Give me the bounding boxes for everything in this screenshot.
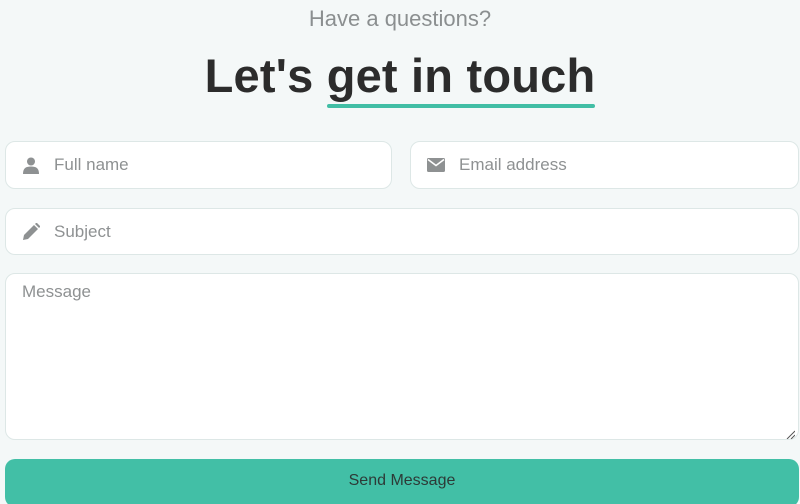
contact-page: Have a questions? Let's get in touch Ful… — [0, 0, 800, 504]
envelope-icon — [427, 156, 445, 174]
subject-input[interactable] — [54, 221, 786, 242]
page-title: Let's get in touch — [0, 48, 800, 108]
send-message-button[interactable]: Send Message — [5, 459, 799, 504]
user-icon — [22, 156, 40, 174]
message-textarea[interactable] — [6, 274, 798, 439]
page-title-accent-text: get in touch — [326, 49, 596, 102]
pencil-icon — [22, 223, 40, 241]
page-title-accent: get in touch — [326, 48, 596, 108]
full-name-field[interactable] — [5, 141, 392, 189]
full-name-input[interactable] — [54, 155, 379, 175]
email-input[interactable] — [459, 155, 786, 175]
page-title-plain: Let's — [204, 49, 327, 102]
resize-handle-icon[interactable] — [785, 426, 796, 440]
message-field[interactable] — [5, 273, 799, 440]
email-field[interactable] — [410, 141, 799, 189]
kicker-text: Have a questions? — [308, 6, 492, 31]
accent-underline — [326, 104, 596, 108]
subject-field[interactable] — [5, 208, 799, 255]
